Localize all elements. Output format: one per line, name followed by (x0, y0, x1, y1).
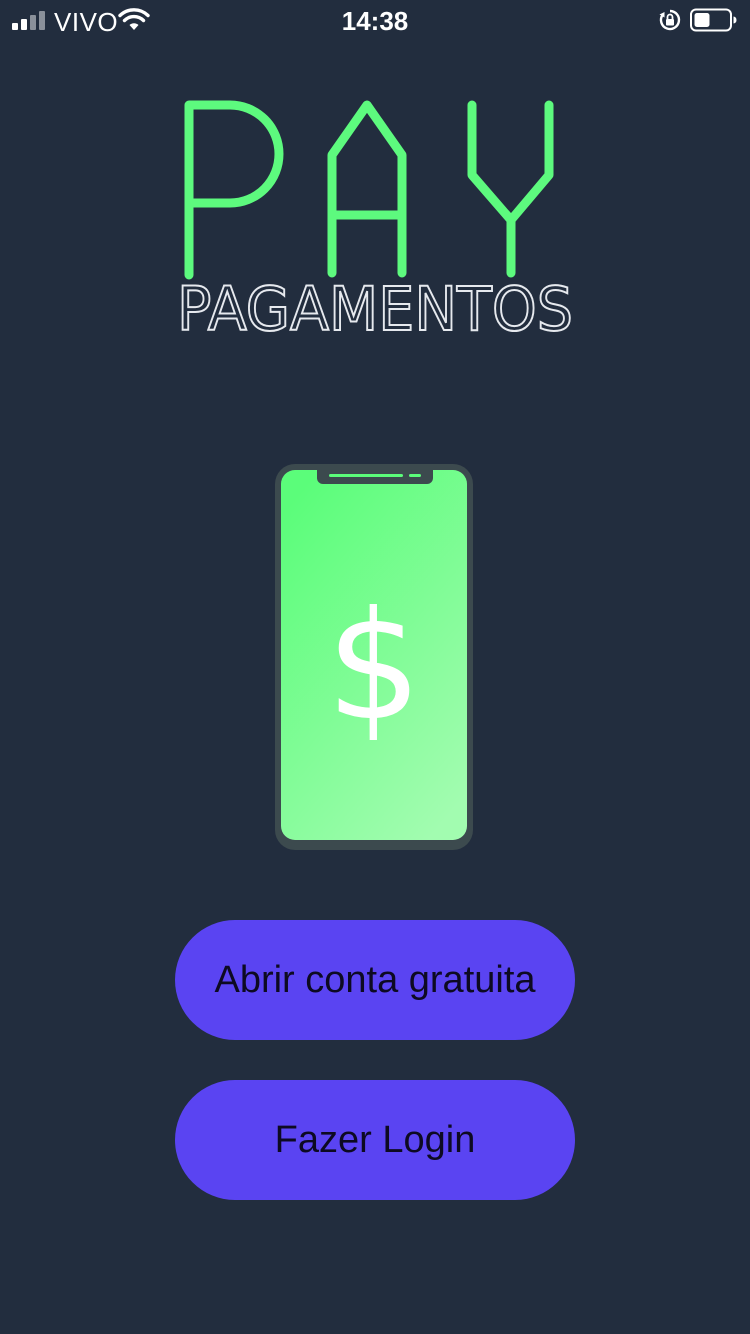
status-bar: VIVO 14:38 (0, 0, 750, 40)
logo-title-mark (184, 100, 554, 280)
login-button[interactable]: Fazer Login (175, 1080, 575, 1200)
battery-icon (690, 8, 737, 32)
rotation-lock-icon (659, 9, 681, 31)
logo-subtitle: PAGAMENTOS (177, 274, 573, 340)
open-account-button[interactable]: Abrir conta gratuita (175, 920, 575, 1040)
status-time: 14:38 (341, 6, 409, 36)
dollar-symbol: $ (326, 580, 422, 754)
pay-logo: PAGAMENTOS (176, 100, 574, 340)
